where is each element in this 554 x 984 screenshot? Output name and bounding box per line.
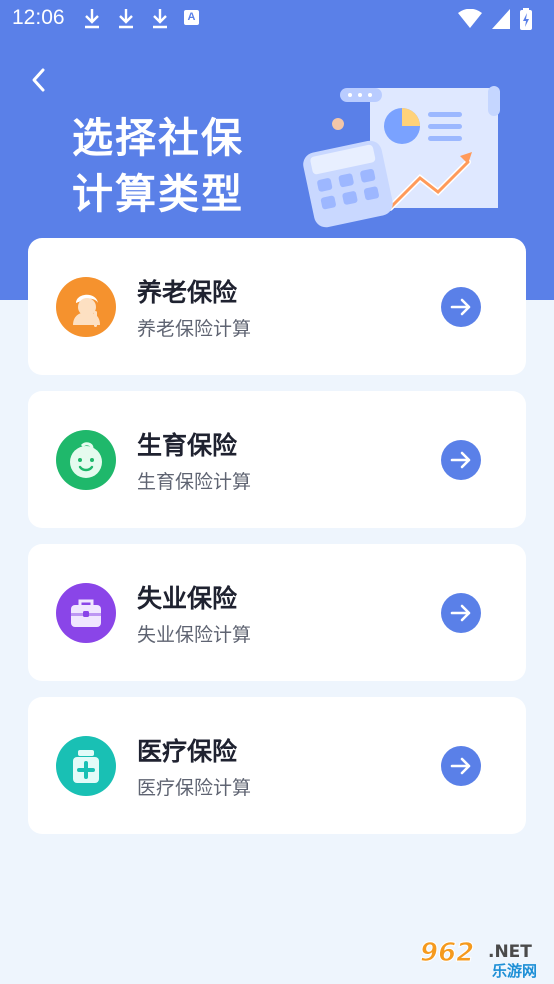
title-line-1: 选择社保 [72,114,244,162]
notification-a-icon: A [184,10,199,25]
watermark-suffix: .NET [488,942,532,962]
calculator-chart-illustration [303,86,500,228]
medicine-bottle-icon [56,736,116,796]
watermark-name: 乐游网 [492,962,537,979]
baby-face-icon [56,430,116,490]
card-unemployment-insurance[interactable]: 失业保险 失业保险计算 [28,544,526,681]
card-maternity-insurance[interactable]: 生育保险 生育保险计算 [28,391,526,528]
card-subtitle: 失业保险计算 [137,624,252,646]
elder-icon [56,277,116,337]
card-title: 养老保险 [137,278,238,307]
signal-icon [492,9,510,29]
briefcase-icon [56,583,116,643]
watermark-brand: 962 [420,938,474,968]
status-bar: 12:06 A [0,0,554,38]
card-medical-insurance[interactable]: 医疗保险 医疗保险计算 [28,697,526,834]
wifi-icon [458,9,482,28]
watermark-logo: 962 .NET 乐游网 [416,935,546,981]
card-title: 医疗保险 [137,737,238,766]
card-subtitle: 生育保险计算 [137,471,252,493]
arrow-right-icon[interactable] [441,593,481,633]
download-icon [153,9,167,29]
arrow-right-icon[interactable] [441,440,481,480]
status-time: 12:06 [12,6,65,29]
arrow-right-icon[interactable] [441,746,481,786]
card-subtitle: 医疗保险计算 [137,777,252,799]
page-title: 选择社保 计算类型 [72,110,292,222]
download-icon [85,9,99,29]
download-icon [119,9,133,29]
card-subtitle: 养老保险计算 [137,318,252,340]
back-chevron-icon[interactable] [26,64,54,96]
card-pension-insurance[interactable]: 养老保险 养老保险计算 [28,238,526,375]
arrow-right-icon[interactable] [441,287,481,327]
title-line-2: 计算类型 [72,170,244,218]
card-title: 生育保险 [137,431,238,460]
battery-icon [520,8,532,30]
card-title: 失业保险 [137,584,238,613]
